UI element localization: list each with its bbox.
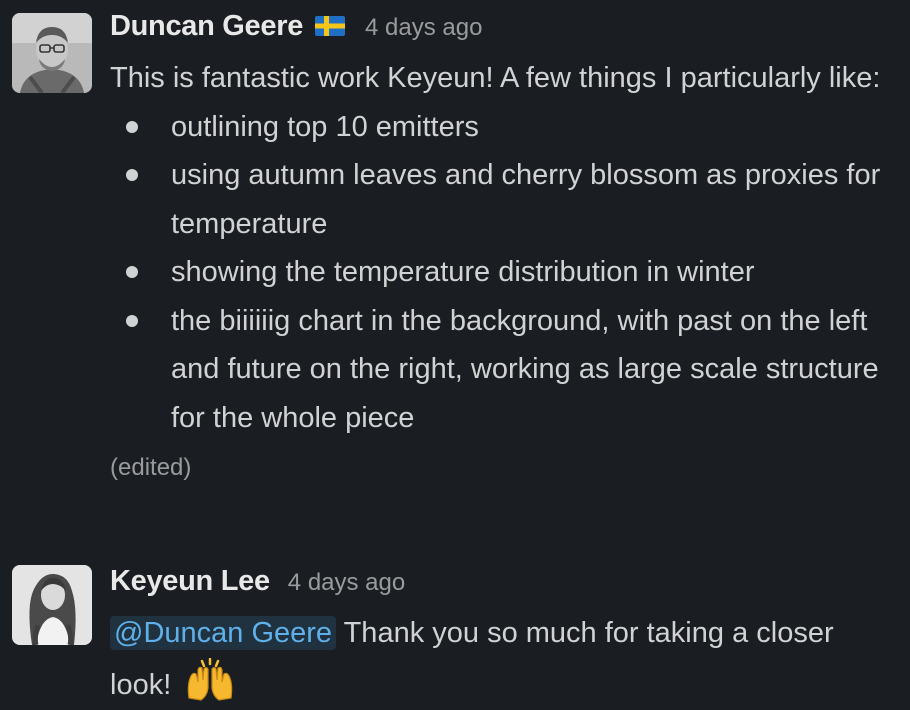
timestamp[interactable]: 4 days ago xyxy=(365,14,482,42)
list-item-text: outlining top 10 emitters xyxy=(171,110,479,143)
message-header: Keyeun Lee 4 days ago xyxy=(110,565,890,609)
list-item: using autumn leaves and cherry blossom a… xyxy=(110,151,890,248)
bullet-icon xyxy=(126,120,138,133)
message-content: Keyeun Lee 4 days ago @Duncan Geere Than… xyxy=(110,565,890,709)
message-header: Duncan Geere 4 days ago xyxy=(110,10,890,54)
avatar-duncan-image xyxy=(12,13,92,93)
avatar[interactable] xyxy=(12,565,92,645)
avatar-keyeun-image xyxy=(12,565,92,645)
message: Keyeun Lee 4 days ago @Duncan Geere Than… xyxy=(0,560,910,710)
list-item: showing the temperature distribution in … xyxy=(110,248,890,297)
message: Duncan Geere 4 days ago This is fantasti… xyxy=(0,0,910,545)
timestamp[interactable]: 4 days ago xyxy=(288,569,405,597)
bullet-list: outlining top 10 emitters using autumn l… xyxy=(110,103,890,443)
avatar[interactable] xyxy=(12,13,92,93)
author-name[interactable]: Duncan Geere xyxy=(110,10,303,43)
edited-label: (edited) xyxy=(110,454,192,481)
message-intro: This is fantastic work Keyeun! A few thi… xyxy=(110,62,881,94)
raising-hands-icon xyxy=(188,657,233,701)
author-name[interactable]: Keyeun Lee xyxy=(110,565,270,598)
list-item: outlining top 10 emitters xyxy=(110,103,890,152)
list-item-text: showing the temperature distribution in … xyxy=(171,256,755,288)
list-item-text: using autumn leaves and cherry blossom a… xyxy=(171,159,881,240)
user-mention[interactable]: @Duncan Geere xyxy=(110,616,337,650)
bullet-icon xyxy=(126,314,138,327)
message-content: Duncan Geere 4 days ago This is fantasti… xyxy=(110,10,890,492)
list-item-text: the biiiiiig chart in the background, wi… xyxy=(171,304,879,434)
bullet-icon xyxy=(126,169,138,181)
bullet-icon xyxy=(126,266,138,278)
flag-sweden-icon xyxy=(315,16,346,36)
message-body: @Duncan Geere Thank you so much for taki… xyxy=(110,609,890,709)
list-item: the biiiiiig chart in the background, wi… xyxy=(110,297,890,443)
